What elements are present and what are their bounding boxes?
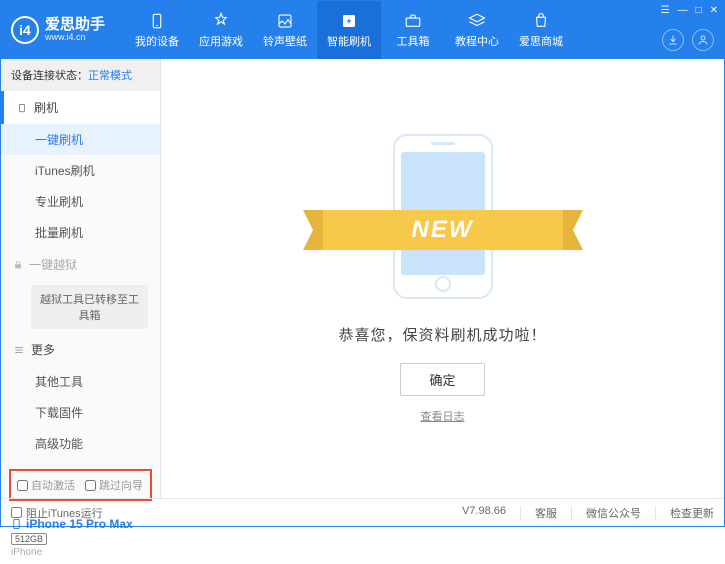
support-link[interactable]: 客服 xyxy=(535,505,557,521)
update-link[interactable]: 检查更新 xyxy=(670,505,714,521)
nav-my-device[interactable]: 我的设备 xyxy=(125,1,189,59)
nav-tutorials[interactable]: 教程中心 xyxy=(445,1,509,59)
nav-flash[interactable]: 智能刷机 xyxy=(317,1,381,59)
titlebar: i4 爱思助手 www.i4.cn 我的设备 应用游戏 铃声壁纸 智能刷机 xyxy=(1,1,724,59)
version-label: V7.98.66 xyxy=(462,505,506,521)
toolbox-icon xyxy=(404,12,422,30)
maximize-button[interactable]: □ xyxy=(696,5,702,16)
app-logo: i4 爱思助手 www.i4.cn xyxy=(11,16,105,44)
nav-ringtones[interactable]: 铃声壁纸 xyxy=(253,1,317,59)
top-nav: 我的设备 应用游戏 铃声壁纸 智能刷机 工具箱 教程中心 xyxy=(125,1,573,59)
download-button[interactable] xyxy=(662,29,684,51)
close-button[interactable]: ✕ xyxy=(710,5,718,16)
new-badge: NEW xyxy=(412,216,474,244)
minimize-button[interactable]: — xyxy=(678,5,688,16)
sidebar-item-download[interactable]: 下载固件 xyxy=(1,397,160,428)
device-type: iPhone xyxy=(11,547,150,558)
statusbar: 阻止iTunes运行 V7.98.66 客服 微信公众号 检查更新 xyxy=(1,498,724,526)
device-storage: 512GB xyxy=(11,533,47,545)
view-log-link[interactable]: 查看日志 xyxy=(421,408,465,424)
success-message: 恭喜您，保资料刷机成功啦！ xyxy=(338,324,546,345)
ok-button[interactable]: 确定 xyxy=(400,363,484,396)
checkbox-block-itunes[interactable]: 阻止iTunes运行 xyxy=(11,505,103,521)
checkbox-auto-activate[interactable]: 自动激活 xyxy=(17,477,75,493)
sidebar-item-advanced[interactable]: 高级功能 xyxy=(1,428,160,459)
sidebar-section-flash[interactable]: 刷机 xyxy=(1,91,160,124)
tutorial-icon xyxy=(468,12,486,30)
window-controls: ☰ — □ ✕ xyxy=(661,5,718,16)
sidebar-item-pro[interactable]: 专业刷机 xyxy=(1,186,160,217)
sidebar-item-itunes[interactable]: iTunes刷机 xyxy=(1,155,160,186)
success-illustration: NEW xyxy=(333,134,553,304)
logo-icon: i4 xyxy=(11,16,39,44)
store-icon xyxy=(532,12,550,30)
sidebar-item-other[interactable]: 其他工具 xyxy=(1,366,160,397)
sidebar-item-batch[interactable]: 批量刷机 xyxy=(1,217,160,248)
sidebar-item-oneclick[interactable]: 一键刷机 xyxy=(1,124,160,155)
device-icon xyxy=(148,12,166,30)
main-content: NEW 恭喜您，保资料刷机成功啦！ 确定 查看日志 xyxy=(161,59,724,498)
app-title: 爱思助手 xyxy=(45,17,105,34)
checkbox-skip-guide[interactable]: 跳过向导 xyxy=(85,477,143,493)
apps-icon xyxy=(212,12,230,30)
wechat-link[interactable]: 微信公众号 xyxy=(586,505,641,521)
sidebar-section-jailbreak: 一键越狱 xyxy=(1,248,160,281)
activation-options: 自动激活 跳过向导 xyxy=(9,469,152,501)
app-url: www.i4.cn xyxy=(45,33,105,43)
sidebar-section-more[interactable]: 更多 xyxy=(1,333,160,366)
nav-store[interactable]: 爱思商城 xyxy=(509,1,573,59)
menu-icon[interactable]: ☰ xyxy=(661,5,670,16)
flash-icon xyxy=(340,12,358,30)
sidebar: 设备连接状态：正常模式 刷机 一键刷机 iTunes刷机 专业刷机 批量刷机 一… xyxy=(1,59,161,498)
nav-toolbox[interactable]: 工具箱 xyxy=(381,1,445,59)
nav-apps[interactable]: 应用游戏 xyxy=(189,1,253,59)
user-button[interactable] xyxy=(692,29,714,51)
wallpaper-icon xyxy=(276,12,294,30)
jailbreak-notice[interactable]: 越狱工具已转移至工具箱 xyxy=(31,285,148,329)
connection-status: 设备连接状态：正常模式 xyxy=(1,59,160,91)
